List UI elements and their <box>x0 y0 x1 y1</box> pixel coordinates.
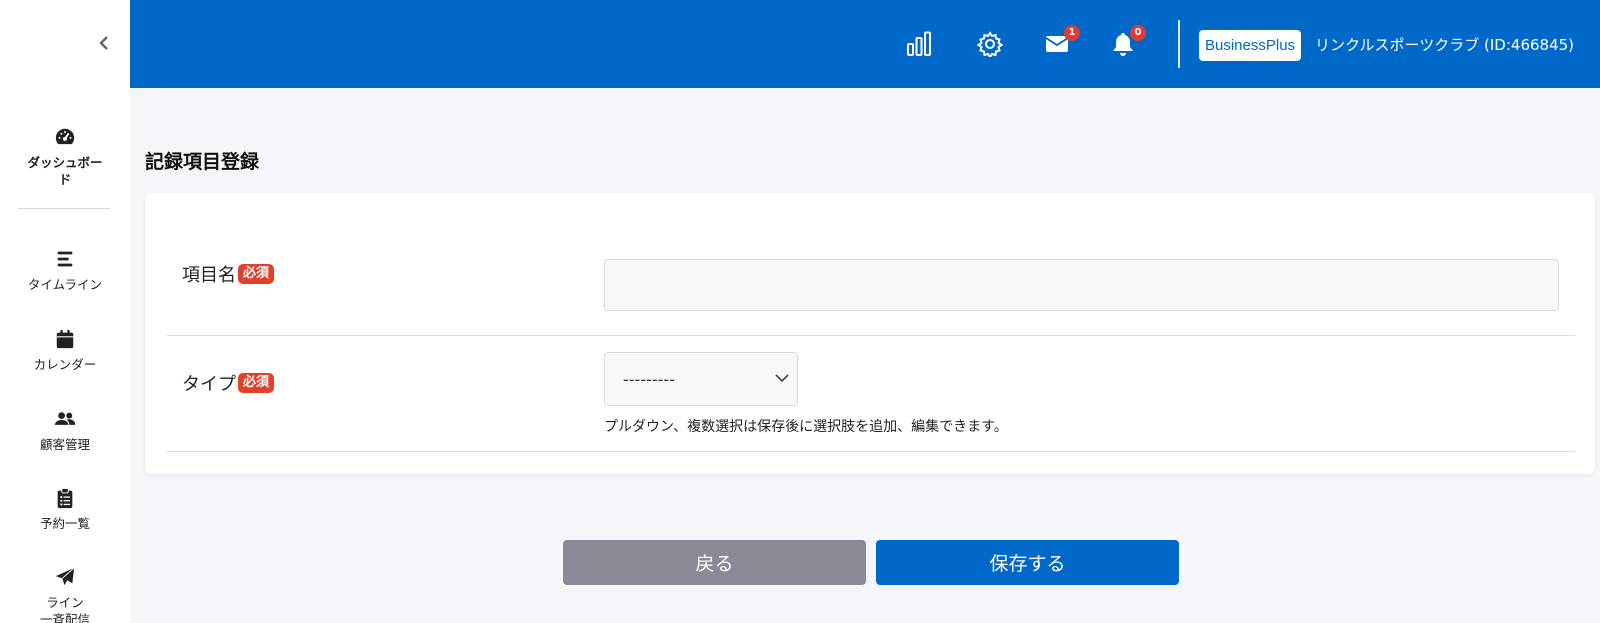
sidebar-item-line-broadcast[interactable]: ライン 一斉配信 <box>0 566 130 623</box>
chevron-left-icon <box>99 36 108 50</box>
notification-count-badge: 0 <box>1130 25 1146 41</box>
sidebar-item-label: カレンダー <box>33 357 97 372</box>
save-button[interactable]: 保存する <box>876 540 1179 585</box>
item-name-label-text: 項目名 <box>182 265 236 286</box>
item-name-input[interactable] <box>604 259 1559 311</box>
users-icon <box>54 412 76 425</box>
calendar-icon <box>56 329 74 349</box>
back-button[interactable]: 戻る <box>563 540 866 585</box>
timeline-bars-icon <box>57 251 73 267</box>
sidebar-item-calendar[interactable]: カレンダー <box>0 328 130 373</box>
sidebar-item-label: ライン 一斉配信 <box>39 595 90 623</box>
paper-plane-icon <box>55 567 75 586</box>
row-divider <box>167 451 1575 452</box>
header-divider <box>1178 20 1180 68</box>
sidebar-item-dashboard[interactable]: ダッシュボード <box>0 126 130 188</box>
gear-icon <box>977 31 1003 57</box>
bar-chart-icon <box>907 31 931 56</box>
mail-button[interactable]: 1 <box>1043 25 1080 58</box>
row-divider <box>167 335 1575 336</box>
settings-button[interactable] <box>976 30 1004 58</box>
top-bar: 1 0 BusinessPlus リンクルスポーツクラブ (ID:466845) <box>130 0 1600 88</box>
analytics-button[interactable] <box>905 30 933 58</box>
type-select-value: --------- <box>623 369 675 389</box>
dashboard-gauge-icon <box>55 128 75 145</box>
sidebar-item-label: ダッシュボード <box>27 155 103 187</box>
collapse-sidebar-button[interactable] <box>96 34 112 52</box>
sidebar-divider <box>18 208 110 209</box>
form-card: 項目名 必須 タイプ 必須 --------- プルダウン、複数選択は保存後に選… <box>145 193 1595 474</box>
item-name-label: 項目名 必須 <box>182 261 275 287</box>
sidebar-item-label: タイムライン <box>27 277 103 292</box>
required-badge: 必須 <box>238 373 275 393</box>
type-label-text: タイプ <box>182 374 236 395</box>
sidebar-item-customers[interactable]: 顧客管理 <box>0 408 130 453</box>
type-label: タイプ 必須 <box>182 370 275 396</box>
chevron-down-icon <box>775 374 789 383</box>
notifications-button[interactable]: 0 <box>1109 25 1146 58</box>
sidebar-item-reservations[interactable]: 予約一覧 <box>0 487 130 532</box>
clipboard-list-icon <box>57 487 73 509</box>
mail-count-badge: 1 <box>1064 25 1080 41</box>
type-select[interactable]: --------- <box>604 352 798 406</box>
required-badge: 必須 <box>238 264 275 284</box>
account-name[interactable]: リンクルスポーツクラブ (ID:466845) <box>1315 34 1574 55</box>
sidebar: ダッシュボード タイムライン カレンダー 顧客管理 予約一覧 ライン 一斉配信 <box>0 0 130 623</box>
plan-badge: BusinessPlus <box>1199 30 1302 61</box>
sidebar-item-label: 顧客管理 <box>39 437 90 452</box>
sidebar-item-label: 予約一覧 <box>39 516 90 531</box>
sidebar-item-timeline[interactable]: タイムライン <box>0 248 130 293</box>
page-title: 記録項目登録 <box>145 151 260 173</box>
type-help-text: プルダウン、複数選択は保存後に選択肢を追加、編集できます。 <box>604 419 1008 435</box>
